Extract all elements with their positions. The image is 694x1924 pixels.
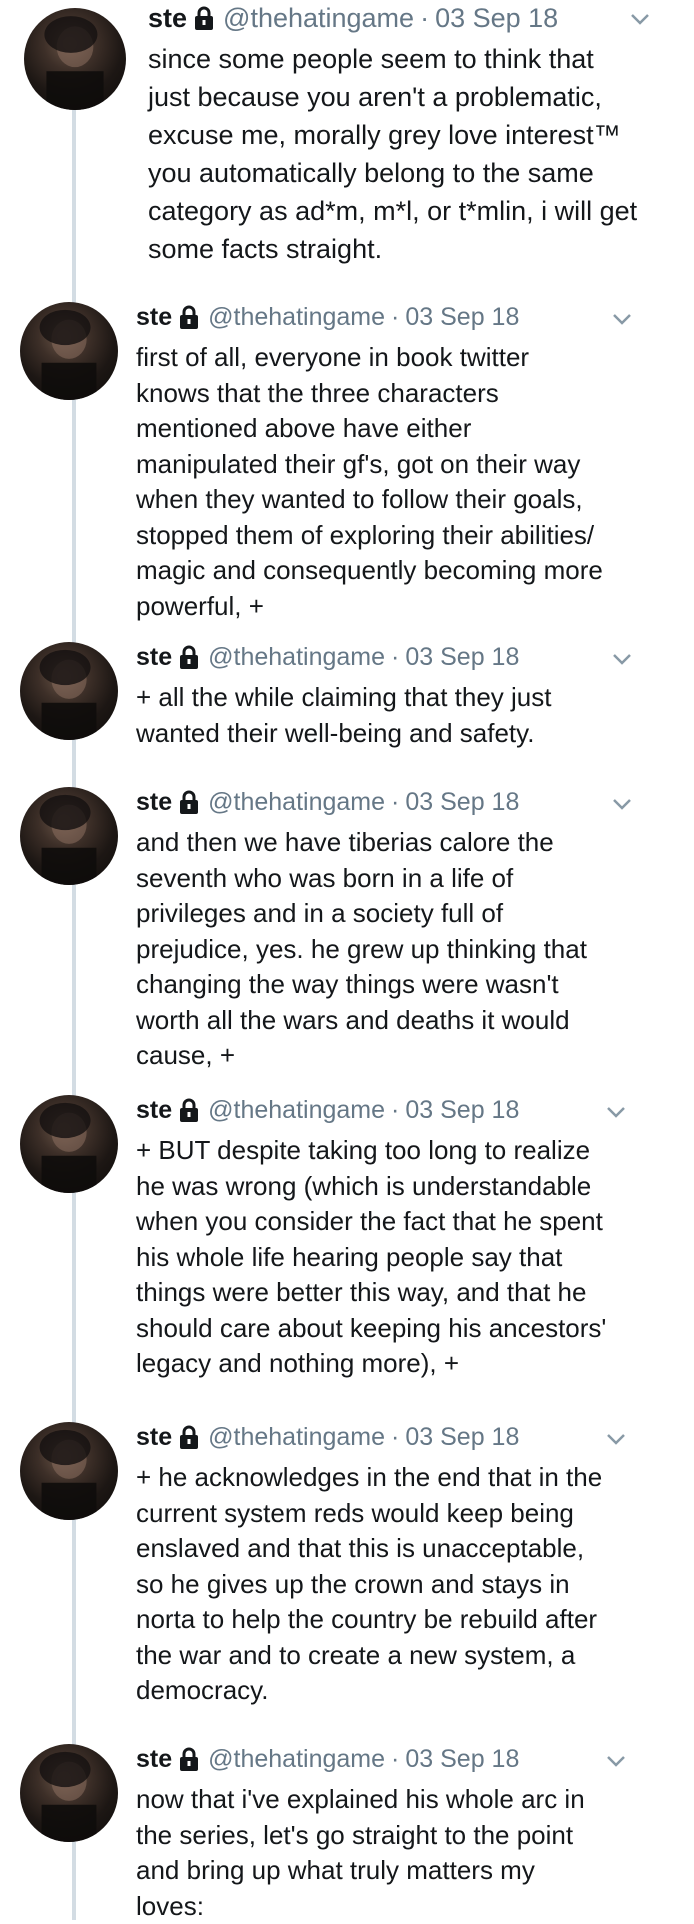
lock-icon	[178, 1424, 200, 1450]
separator-dot: ·	[420, 2, 430, 33]
tweet-header: ste @thehatingame · 03 Sep 18	[136, 1420, 519, 1454]
chevron-down-icon[interactable]	[606, 1105, 626, 1119]
tweet-text: + he acknowledges in the end that in the…	[136, 1462, 603, 1705]
separator-dot: ·	[391, 787, 400, 816]
timestamp[interactable]: 03 Sep 18	[435, 3, 558, 34]
avatar[interactable]	[20, 302, 118, 400]
chevron-down-icon[interactable]	[612, 652, 632, 666]
lock-icon	[178, 1746, 200, 1772]
tweet-text: since some people seem to think that jus…	[148, 44, 638, 264]
avatar[interactable]	[20, 1095, 118, 1193]
username[interactable]: @thehatingame	[208, 643, 385, 672]
tweet-thread: ste @thehatingame · 03 Sep 18 since some…	[0, 0, 694, 1921]
display-name[interactable]: ste	[136, 1096, 172, 1125]
chevron-down-icon[interactable]	[606, 1754, 626, 1768]
timestamp[interactable]: 03 Sep 18	[405, 303, 519, 332]
tweet-header: ste @thehatingame · 03 Sep 18	[136, 300, 519, 334]
avatar[interactable]	[20, 1422, 118, 1520]
display-name[interactable]: ste	[136, 303, 172, 332]
chevron-down-icon[interactable]	[612, 797, 632, 811]
avatar[interactable]	[24, 8, 126, 110]
separator-dot: ·	[391, 302, 400, 331]
timestamp[interactable]: 03 Sep 18	[405, 1423, 519, 1452]
username[interactable]: @thehatingame	[208, 788, 385, 817]
tweet-header: ste @thehatingame · 03 Sep 18	[148, 0, 558, 36]
chevron-down-icon[interactable]	[612, 312, 632, 326]
username[interactable]: @thehatingame	[223, 3, 414, 34]
timestamp[interactable]: 03 Sep 18	[405, 1096, 519, 1125]
username[interactable]: @thehatingame	[208, 1423, 385, 1452]
timestamp[interactable]: 03 Sep 18	[405, 1745, 519, 1774]
tweet-text: now that i've explained his whole arc in…	[136, 1784, 585, 1921]
tweet-text: + BUT despite taking too long to realize…	[136, 1135, 607, 1378]
tweet-header: ste @thehatingame · 03 Sep 18	[136, 1742, 519, 1776]
lock-icon	[178, 789, 200, 815]
avatar[interactable]	[20, 642, 118, 740]
timestamp[interactable]: 03 Sep 18	[405, 643, 519, 672]
chevron-down-icon[interactable]	[606, 1432, 626, 1446]
display-name[interactable]: ste	[136, 788, 172, 817]
separator-dot: ·	[391, 642, 400, 671]
lock-icon	[178, 644, 200, 670]
lock-icon	[193, 5, 215, 31]
tweet-header: ste @thehatingame · 03 Sep 18	[136, 640, 519, 674]
chevron-down-icon[interactable]	[630, 12, 650, 26]
tweet-header: ste @thehatingame · 03 Sep 18	[136, 1093, 519, 1127]
lock-icon	[178, 304, 200, 330]
avatar[interactable]	[20, 787, 118, 885]
tweet-text: first of all, everyone in book twitter k…	[136, 342, 603, 621]
display-name[interactable]: ste	[148, 3, 187, 34]
display-name[interactable]: ste	[136, 1423, 172, 1452]
display-name[interactable]: ste	[136, 643, 172, 672]
tweet-header: ste @thehatingame · 03 Sep 18	[136, 785, 519, 819]
separator-dot: ·	[391, 1744, 400, 1773]
separator-dot: ·	[391, 1422, 400, 1451]
username[interactable]: @thehatingame	[208, 1745, 385, 1774]
username[interactable]: @thehatingame	[208, 303, 385, 332]
display-name[interactable]: ste	[136, 1745, 172, 1774]
lock-icon	[178, 1097, 200, 1123]
username[interactable]: @thehatingame	[208, 1096, 385, 1125]
tweet-text: and then we have tiberias calore the sev…	[136, 827, 587, 1070]
timestamp[interactable]: 03 Sep 18	[405, 788, 519, 817]
tweet-text: + all the while claiming that they just …	[136, 682, 552, 748]
separator-dot: ·	[391, 1095, 400, 1124]
avatar[interactable]	[20, 1744, 118, 1842]
